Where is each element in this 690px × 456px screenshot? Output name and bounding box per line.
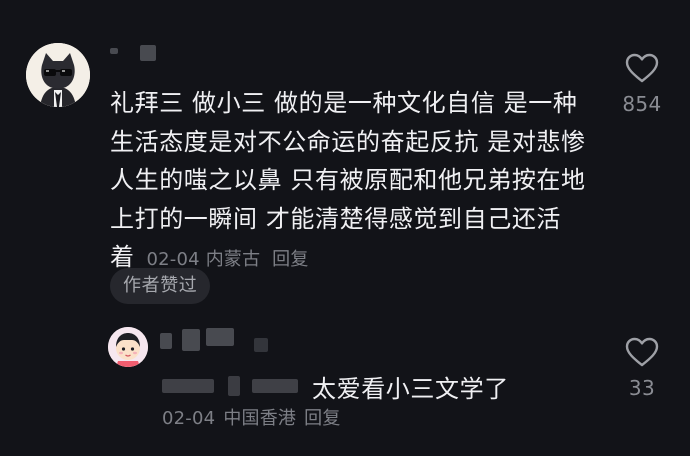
author-liked-badge: 作者赞过 [110, 268, 211, 304]
commenter-name-redacted-2 [140, 45, 156, 61]
replier-name-redacted-2 [182, 329, 200, 351]
reply-reply-link[interactable]: 回复 [304, 408, 340, 429]
mention-redacted-2 [228, 376, 240, 396]
comment-like-count: 854 [622, 92, 662, 116]
replier-name-redacted-3 [206, 328, 234, 346]
mention-redacted-1 [162, 379, 214, 393]
comment-location: 内蒙古 [205, 249, 261, 270]
commenter-name-redacted[interactable] [110, 48, 118, 54]
reply-like-count: 33 [628, 376, 656, 400]
cartoon-girl-icon [108, 327, 148, 367]
reply-location: 中国香港 [223, 408, 297, 429]
comment-reply-link[interactable]: 回复 [272, 249, 308, 270]
comment-date: 02-04 [146, 249, 200, 270]
commenter-avatar[interactable] [26, 43, 90, 107]
replier-name-redacted-4 [254, 338, 268, 352]
comment-body: 礼拜三 做小三 做的是一种文化自信 是一种生活态度是对不公命运的奋起反抗 是对悲… [110, 84, 590, 280]
heart-outline-icon [625, 53, 659, 83]
reply-text: 太爱看小三文学了 [312, 374, 509, 403]
black-cat-sunglasses-icon [26, 43, 90, 107]
reply-meta: 02-04 中国香港 回复 [162, 404, 349, 430]
reply-like-button[interactable]: 33 [607, 336, 677, 400]
reply-date: 02-04 [162, 408, 216, 429]
comment-like-button[interactable]: 854 [607, 52, 677, 116]
mention-redacted-3 [252, 379, 298, 393]
heart-outline-icon [625, 337, 659, 367]
comment-text: 礼拜三 做小三 做的是一种文化自信 是一种生活态度是对不公命运的奋起反抗 是对悲… [110, 89, 586, 271]
replier-name-redacted[interactable] [160, 333, 172, 349]
reply-body: 太爱看小三文学了 [162, 368, 509, 404]
comment-meta: 02-04 内蒙古 回复 [135, 249, 309, 270]
replier-avatar[interactable] [108, 327, 148, 367]
